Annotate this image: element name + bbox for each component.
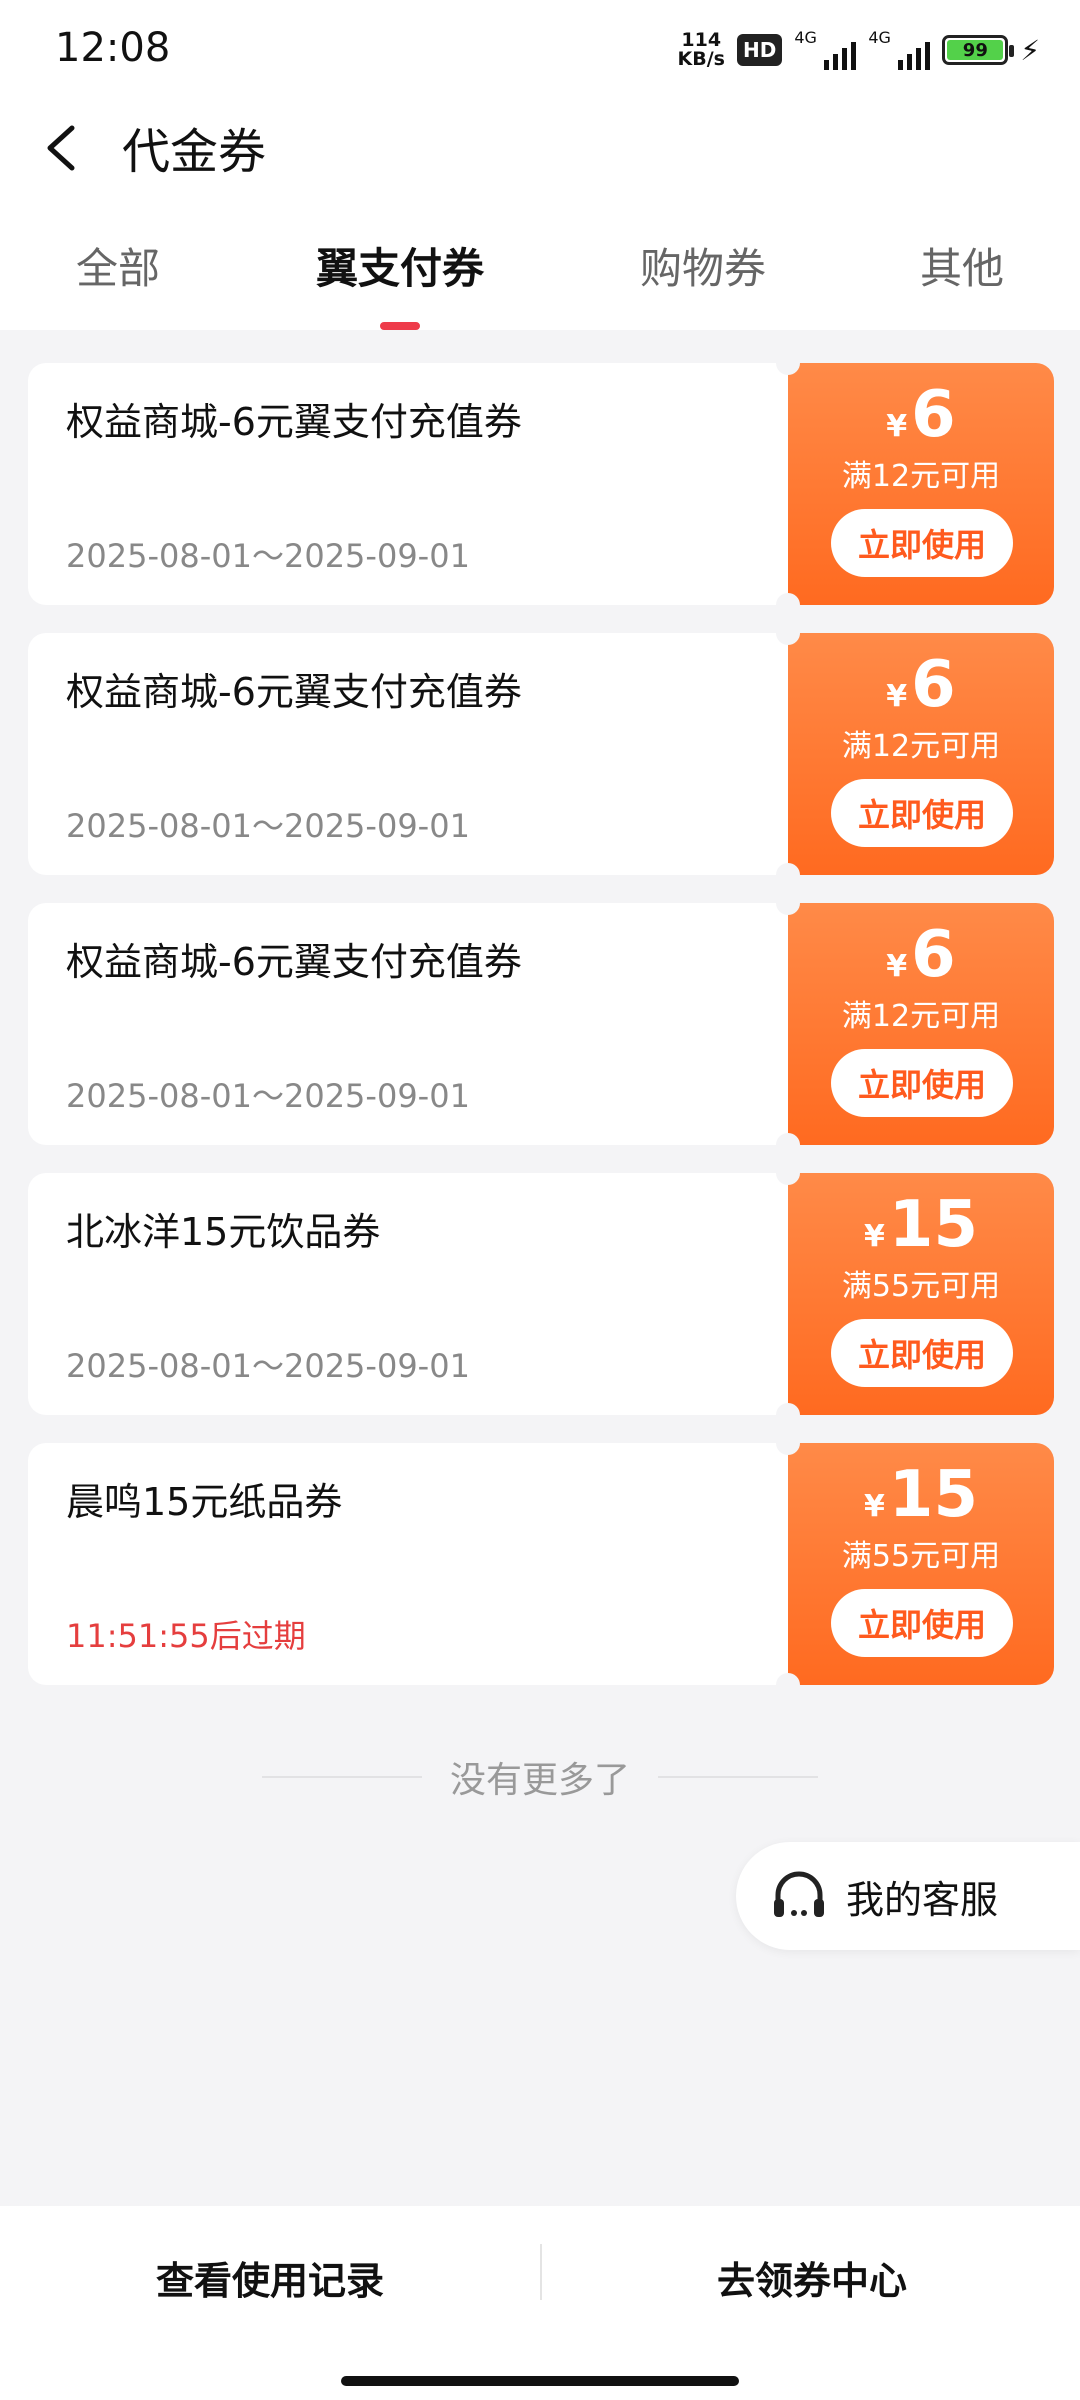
coupon-validity: 2025-08-01～2025-09-01 [66,807,470,845]
no-more-text: 没有更多了 [449,1760,630,1801]
coupon-name: 权益商城-6元翼支付充值券 [66,670,522,714]
signal-label: 4G [794,28,817,47]
coupon-info: 权益商城-6元翼支付充值券 2025-08-01～2025-09-01 [28,363,798,605]
status-icons: 114 KB/s HD 4G 4G 99 ⚡ [678,28,1040,72]
coupon-card: 权益商城-6元翼支付充值券 2025-08-01～2025-09-01 ¥ 6 … [28,351,1054,617]
hd-icon: HD [736,34,783,66]
coupon-card: 晨鸣15元纸品券 11:51:55后过期 ¥ 15 满55元可用 立即使用 [28,1431,1054,1697]
coupon-amount: ¥ 15 [788,1457,1054,1533]
coupon-validity: 2025-08-01～2025-09-01 [66,537,470,575]
coupon-card: 北冰洋15元饮品券 2025-08-01～2025-09-01 ¥ 15 满55… [28,1161,1054,1427]
use-now-button[interactable]: 立即使用 [831,1319,1013,1387]
back-icon[interactable] [38,118,86,178]
coupon-amount: ¥ 15 [788,1187,1054,1263]
use-now-button[interactable]: 立即使用 [831,779,1013,847]
coupon-validity: 2025-08-01～2025-09-01 [66,1347,470,1385]
coupon-condition: 满55元可用 [841,1539,1001,1574]
divider-line [658,1776,818,1778]
customer-service-label: 我的客服 [846,1877,999,1922]
coupon-condition: 满12元可用 [841,729,1001,764]
bottom-divider [540,2244,542,2300]
coupon-name: 晨鸣15元纸品券 [66,1480,343,1524]
amount-value: 15 [888,1188,978,1262]
tab-bar: 全部 翼支付券 购物券 其他 [0,225,1080,330]
coupon-value-panel: ¥ 6 满12元可用 立即使用 [776,351,1054,617]
coupon-condition: 满12元可用 [841,999,1001,1034]
tab-shopping[interactable]: 购物券 [640,235,766,296]
coupon-info: 晨鸣15元纸品券 11:51:55后过期 [28,1443,798,1685]
tab-other[interactable]: 其他 [920,235,1004,296]
currency-symbol: ¥ [864,1489,885,1524]
currency-symbol: ¥ [886,409,908,444]
coupon-card: 权益商城-6元翼支付充值券 2025-08-01～2025-09-01 ¥ 6 … [28,891,1054,1157]
coupon-list: 权益商城-6元翼支付充值券 2025-08-01～2025-09-01 ¥ 6 … [28,351,1054,1713]
coupon-value-panel: ¥ 6 满12元可用 立即使用 [776,621,1054,887]
coupon-name: 权益商城-6元翼支付充值券 [66,400,522,444]
use-now-button[interactable]: 立即使用 [831,1049,1013,1117]
coupon-amount: ¥ 6 [788,377,1054,453]
amount-value: 6 [911,918,956,992]
headset-icon [766,1863,832,1929]
currency-symbol: ¥ [886,949,908,984]
currency-symbol: ¥ [864,1219,885,1254]
coupon-name: 北冰洋15元饮品券 [66,1210,381,1254]
signal-icon: 4G [794,28,857,72]
signal-icon-2: 4G [868,28,931,72]
amount-value: 6 [911,378,956,452]
go-coupon-center-button[interactable]: 去领券中心 [717,2250,907,2305]
net-speed: 114 KB/s [678,31,725,69]
use-now-button[interactable]: 立即使用 [831,1589,1013,1657]
coupon-name: 权益商城-6元翼支付充值券 [66,940,522,984]
battery-level: 99 [947,40,1004,61]
coupon-validity: 2025-08-01～2025-09-01 [66,1077,470,1115]
tab-bestpay[interactable]: 翼支付券 [316,235,484,296]
coupon-value-panel: ¥ 15 满55元可用 立即使用 [776,1161,1054,1427]
coupon-value-panel: ¥ 6 满12元可用 立即使用 [776,891,1054,1157]
coupon-amount: ¥ 6 [788,647,1054,723]
charging-icon: ⚡ [1020,33,1040,67]
divider-line [261,1776,422,1778]
coupon-condition: 满55元可用 [841,1269,1001,1304]
coupon-info: 北冰洋15元饮品券 2025-08-01～2025-09-01 [28,1173,798,1415]
coupon-condition: 满12元可用 [841,459,1001,494]
coupon-value-panel: ¥ 15 满55元可用 立即使用 [776,1431,1054,1697]
bottom-bar: 查看使用记录 去领券中心 [0,2206,1080,2400]
signal-label-2: 4G [868,28,891,47]
page-title: 代金券 [122,124,267,180]
currency-symbol: ¥ [886,679,908,714]
coupon-info: 权益商城-6元翼支付充值券 2025-08-01～2025-09-01 [28,633,798,875]
coupon-amount: ¥ 6 [788,917,1054,993]
status-time: 12:08 [55,25,171,71]
amount-value: 6 [911,648,956,722]
no-more-indicator: 没有更多了 [0,1752,1080,1802]
amount-value: 15 [888,1458,978,1532]
coupon-card: 权益商城-6元翼支付充值券 2025-08-01～2025-09-01 ¥ 6 … [28,621,1054,887]
view-usage-history-button[interactable]: 查看使用记录 [156,2250,384,2305]
home-indicator[interactable] [341,2376,739,2386]
coupon-info: 权益商城-6元翼支付充值券 2025-08-01～2025-09-01 [28,903,798,1145]
tab-indicator [380,322,420,330]
net-speed-unit: KB/s [677,48,725,70]
tab-all[interactable]: 全部 [76,235,160,296]
use-now-button[interactable]: 立即使用 [831,509,1013,577]
customer-service-button[interactable]: 我的客服 [736,1842,1080,1950]
battery-icon: 99 [942,35,1015,65]
coupon-expire-countdown: 11:51:55后过期 [66,1617,306,1655]
status-bar: 12:08 114 KB/s HD 4G 4G 99 ⚡ [0,0,1080,100]
